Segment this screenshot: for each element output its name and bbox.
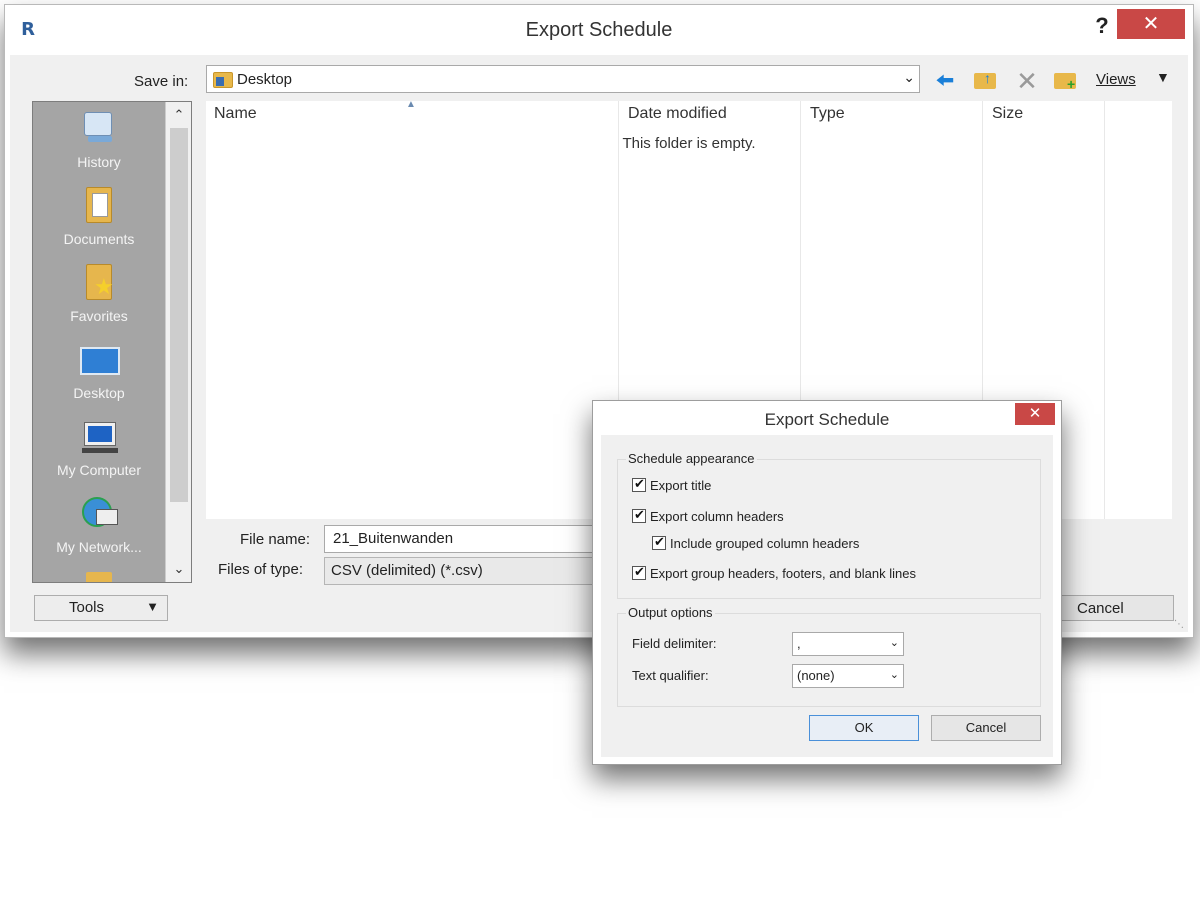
checkbox-checked-icon — [652, 534, 666, 550]
folder-icon — [78, 570, 120, 582]
field-delimiter-dropdown[interactable]: , ⌄ — [792, 632, 904, 656]
empty-message-text: This folder is empty. — [622, 135, 756, 152]
desktop-icon — [78, 339, 120, 381]
scroll-thumb[interactable] — [170, 128, 188, 502]
export-options-dialog: Export Schedule ✕ Schedule appearance Ex… — [592, 400, 1062, 765]
documents-icon — [78, 185, 120, 227]
text-qualifier-dropdown[interactable]: (none) ⌄ — [792, 664, 904, 688]
options-dialog-title: Export Schedule — [764, 410, 890, 429]
column-divider — [1104, 101, 1105, 519]
place-documents[interactable]: Documents — [33, 185, 165, 247]
places-bar: History Documents ★ Favorites Desktop My… — [32, 101, 192, 583]
up-folder-icon[interactable]: ↑ — [972, 69, 998, 93]
column-label: Name — [214, 105, 257, 122]
place-label: Favorites — [70, 308, 128, 324]
options-dialog-body: Schedule appearance Export title Export … — [601, 435, 1053, 757]
place-label: Desktop — [73, 385, 125, 401]
cancel-button[interactable]: Cancel — [1050, 595, 1174, 621]
chevron-down-icon: ⌄ — [903, 69, 915, 85]
schedule-appearance-group: Schedule appearance Export title Export … — [617, 451, 1041, 599]
tools-button[interactable]: Tools ▼ — [34, 595, 168, 621]
back-arrow-icon[interactable]: 🠨 — [932, 69, 958, 93]
column-header-name[interactable]: Name ▲ — [206, 99, 618, 129]
scroll-down-icon[interactable]: ⌄ — [166, 558, 191, 580]
chevron-down-icon: ⌄ — [889, 669, 899, 681]
empty-folder-message: This folder is empty. — [206, 135, 1172, 152]
field-delimiter-label: Field delimiter: — [632, 636, 717, 651]
network-icon — [78, 493, 120, 535]
caret-down-icon: ▼ — [146, 599, 159, 614]
files-of-type-dropdown[interactable]: CSV (delimited) (*.csv) — [324, 557, 624, 585]
delete-icon[interactable]: ✕ — [1014, 68, 1040, 94]
export-column-headers-checkbox[interactable]: Export column headers — [632, 507, 784, 524]
dialog-title: Export Schedule — [525, 19, 673, 41]
checkbox-label: Export title — [650, 478, 712, 493]
save-in-dropdown[interactable]: Desktop ⌄ — [206, 65, 920, 93]
new-folder-icon[interactable]: + — [1052, 69, 1078, 93]
place-favorites[interactable]: ★ Favorites — [33, 262, 165, 324]
favorites-icon: ★ — [78, 262, 120, 304]
save-in-label: Save in: — [134, 73, 189, 90]
include-grouped-headers-checkbox[interactable]: Include grouped column headers — [652, 534, 860, 551]
ok-button[interactable]: OK — [809, 715, 919, 741]
tools-label: Tools — [69, 599, 105, 616]
column-header-type[interactable]: Type — [802, 101, 982, 129]
group-title: Schedule appearance — [626, 451, 757, 466]
title-bar: R Export Schedule ? ✕ — [5, 5, 1193, 55]
group-title: Output options — [626, 605, 715, 620]
resize-grip-icon[interactable]: ⋱ — [1174, 619, 1184, 630]
checkbox-checked-icon — [632, 507, 646, 523]
place-my-network[interactable]: My Network... — [33, 493, 165, 555]
file-name-label: File name: — [240, 531, 311, 548]
files-of-type-label: Files of type: — [218, 561, 304, 578]
options-cancel-button[interactable]: Cancel — [931, 715, 1041, 741]
options-close-button[interactable]: ✕ — [1015, 403, 1055, 425]
checkbox-checked-icon — [632, 476, 646, 492]
checkbox-checked-icon — [632, 564, 646, 580]
column-header-date-modified[interactable]: Date modified — [620, 101, 800, 129]
save-in-value: Desktop — [237, 71, 293, 88]
desktop-folder-icon — [213, 72, 233, 88]
views-label: Views — [1096, 71, 1136, 88]
field-delimiter-value: , — [797, 636, 801, 651]
file-name-input[interactable]: 21_Buitenwanden — [324, 525, 624, 553]
text-qualifier-value: (none) — [797, 668, 835, 683]
sort-ascending-icon: ▲ — [406, 99, 416, 110]
text-qualifier-label: Text qualifier: — [632, 668, 709, 683]
chevron-down-icon: ⌄ — [889, 637, 899, 649]
help-button[interactable]: ? — [1087, 11, 1117, 41]
place-label: Documents — [63, 231, 135, 247]
place-label: My Network... — [56, 539, 142, 555]
export-group-headers-checkbox[interactable]: Export group headers, footers, and blank… — [632, 564, 916, 581]
checkbox-label: Include grouped column headers — [670, 536, 860, 551]
place-more[interactable] — [33, 570, 165, 582]
place-history[interactable]: History — [33, 108, 165, 170]
computer-icon — [78, 416, 120, 458]
places-scrollbar[interactable]: ⌃ ⌄ — [165, 102, 191, 582]
views-dropdown-icon[interactable]: ▼ — [1156, 69, 1170, 85]
place-desktop[interactable]: Desktop — [33, 339, 165, 401]
scroll-up-icon[interactable]: ⌃ — [166, 104, 191, 126]
checkbox-label: Export group headers, footers, and blank… — [650, 566, 916, 581]
checkbox-label: Export column headers — [650, 509, 784, 524]
output-options-group: Output options Field delimiter: , ⌄ Text… — [617, 605, 1041, 707]
export-title-checkbox[interactable]: Export title — [632, 476, 712, 493]
place-label: My Computer — [56, 462, 142, 478]
place-label: History — [77, 154, 121, 170]
column-header-size[interactable]: Size — [984, 101, 1104, 129]
close-button[interactable]: ✕ — [1117, 9, 1185, 39]
history-icon — [78, 108, 120, 150]
views-button[interactable]: Views — [1096, 71, 1136, 88]
place-my-computer[interactable]: My Computer — [33, 416, 165, 478]
